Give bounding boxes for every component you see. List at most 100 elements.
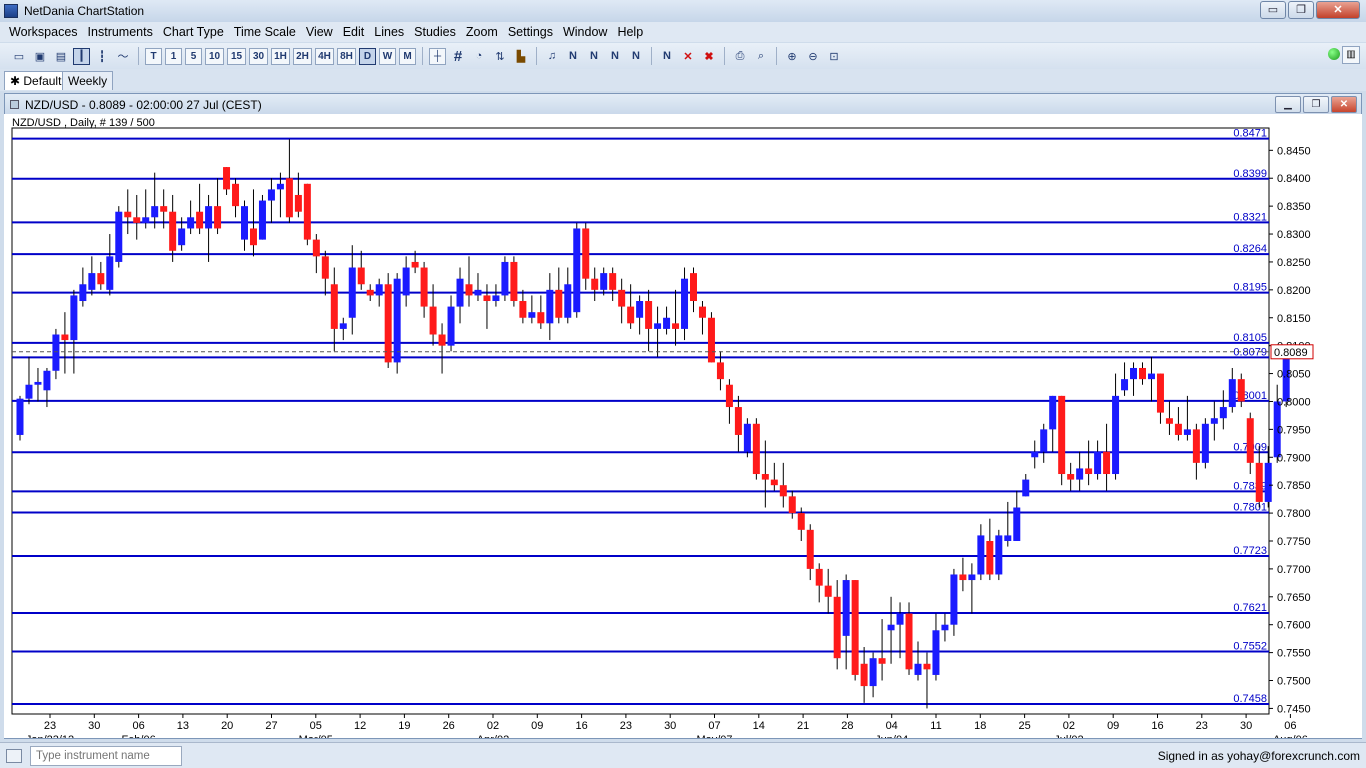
candle-body — [995, 535, 1003, 575]
timeframe-5[interactable]: 5 — [185, 47, 202, 65]
x-month-label: Aug/06 — [1273, 734, 1308, 738]
tab-default[interactable]: ✱ Default — [4, 71, 68, 90]
menu-instruments[interactable]: Instruments — [83, 22, 158, 42]
line-icon[interactable]: 〜 — [114, 47, 132, 65]
candle-icon[interactable]: ┃ — [73, 47, 90, 65]
candle-body — [1031, 451, 1039, 458]
alert-icon[interactable]: ♫ — [543, 47, 561, 65]
timeframe-4h[interactable]: 4H — [315, 47, 334, 65]
candle-body — [447, 306, 455, 346]
candle-body — [986, 540, 994, 575]
fib-icon[interactable]: N — [627, 47, 645, 65]
candle-body — [627, 306, 635, 324]
fib-icon[interactable]: N — [606, 47, 624, 65]
candle-body — [1112, 395, 1120, 475]
fib-icon[interactable]: N — [564, 47, 582, 65]
candle-body — [743, 423, 751, 452]
candle-body — [402, 267, 410, 296]
delete-icon[interactable]: ✕ — [679, 47, 697, 65]
candle-body — [681, 278, 689, 329]
preview-icon[interactable]: ⌕ — [752, 47, 770, 65]
tab-weekly[interactable]: Weekly — [62, 71, 114, 90]
price-chart[interactable]: NZD/USD , Daily, # 139 / 500 0.8471 0.839… — [4, 114, 1362, 738]
x-tick-label: 23 — [44, 720, 56, 732]
chart-minimize-button[interactable]: ▁ — [1275, 96, 1301, 113]
candle-body — [1121, 379, 1129, 391]
grid-icon[interactable]: # — [449, 47, 467, 65]
timeframe-10[interactable]: 10 — [205, 47, 224, 65]
trendline-icon[interactable]: ⇅ — [491, 47, 509, 65]
candle-body — [1085, 468, 1093, 475]
restore-button[interactable]: ❐ — [1288, 1, 1314, 19]
crosshair-icon[interactable]: ┼ — [429, 47, 446, 65]
close-button[interactable]: ✕ — [1316, 1, 1360, 19]
menu-chart-type[interactable]: Chart Type — [158, 22, 229, 42]
delete-icon[interactable]: ✖ — [700, 47, 718, 65]
save-icon[interactable]: ▣ — [31, 47, 49, 65]
candle-body — [79, 284, 87, 302]
candle-body — [887, 624, 895, 631]
candle-body — [312, 239, 320, 257]
zoom-out-icon[interactable]: ⊖ — [804, 47, 822, 65]
volume-icon[interactable]: ▙ — [512, 47, 530, 65]
window-controls: ▭ ❐ ✕ — [1260, 1, 1360, 19]
candle-body — [303, 183, 311, 240]
candle-body — [241, 206, 248, 240]
chart-close-button[interactable]: ✕ — [1331, 96, 1357, 113]
menu-time-scale[interactable]: Time Scale — [229, 22, 301, 42]
timeframe-t[interactable]: T — [145, 47, 162, 65]
chart-restore-button[interactable]: ❐ — [1303, 96, 1329, 113]
menu-studies[interactable]: Studies — [409, 22, 461, 42]
candle-body — [142, 217, 150, 223]
timeframe-d[interactable]: D — [359, 47, 376, 65]
timeframe-1[interactable]: 1 — [165, 47, 182, 65]
menu-settings[interactable]: Settings — [503, 22, 558, 42]
fib-icon[interactable]: N — [585, 47, 603, 65]
candle-body — [474, 289, 482, 296]
timeframe-8h[interactable]: 8H — [337, 47, 356, 65]
y-tick-label: 0.8250 — [1277, 257, 1311, 269]
x-tick-label: 30 — [664, 720, 676, 732]
timeframe-30[interactable]: 30 — [249, 47, 268, 65]
toolbar-separator — [724, 47, 725, 65]
menu-lines[interactable]: Lines — [369, 22, 409, 42]
candle-body — [124, 211, 132, 218]
candle-body — [258, 200, 266, 240]
candle-body — [878, 658, 886, 664]
candle-body — [1210, 418, 1218, 424]
study-icon[interactable]: ◔ — [470, 47, 488, 65]
new-icon[interactable]: ▭ — [10, 47, 28, 65]
timeframe-15[interactable]: 15 — [227, 47, 246, 65]
y-tick-label: 0.8050 — [1277, 369, 1311, 381]
menu-zoom[interactable]: Zoom — [461, 22, 503, 42]
y-tick-label: 0.7950 — [1277, 424, 1311, 436]
candle-body — [672, 323, 680, 329]
candle-body — [690, 273, 697, 302]
candle-body — [169, 211, 177, 251]
zoom-reset-icon[interactable]: ⊡ — [825, 47, 843, 65]
timeframe-w[interactable]: W — [379, 47, 396, 65]
candle-body — [285, 178, 293, 218]
minimize-button[interactable]: ▭ — [1260, 1, 1286, 19]
timeframe-2h[interactable]: 2H — [293, 47, 312, 65]
print-icon[interactable]: ▤ — [52, 47, 70, 65]
menu-help[interactable]: Help — [612, 22, 648, 42]
candle-body — [923, 663, 931, 670]
candle-body — [438, 334, 446, 346]
candle-body — [869, 658, 877, 687]
zoom-in-icon[interactable]: ⊕ — [783, 47, 801, 65]
menu-edit[interactable]: Edit — [338, 22, 370, 42]
timeframe-1h[interactable]: 1H — [271, 47, 290, 65]
instrument-search-input[interactable] — [30, 746, 182, 766]
timeframe-m[interactable]: M — [399, 47, 416, 65]
bar-icon[interactable]: ┇ — [93, 47, 111, 65]
print-icon[interactable]: ⎙ — [731, 47, 749, 65]
menu-window[interactable]: Window — [558, 22, 612, 42]
candle-body — [618, 289, 626, 307]
x-tick-label: 19 — [398, 720, 410, 732]
menu-view[interactable]: View — [301, 22, 338, 42]
candle-body — [465, 284, 473, 296]
menu-workspaces[interactable]: Workspaces — [4, 22, 83, 42]
trendline-icon[interactable]: N — [658, 47, 676, 65]
layout-icon[interactable]: ▥ — [1342, 46, 1360, 64]
